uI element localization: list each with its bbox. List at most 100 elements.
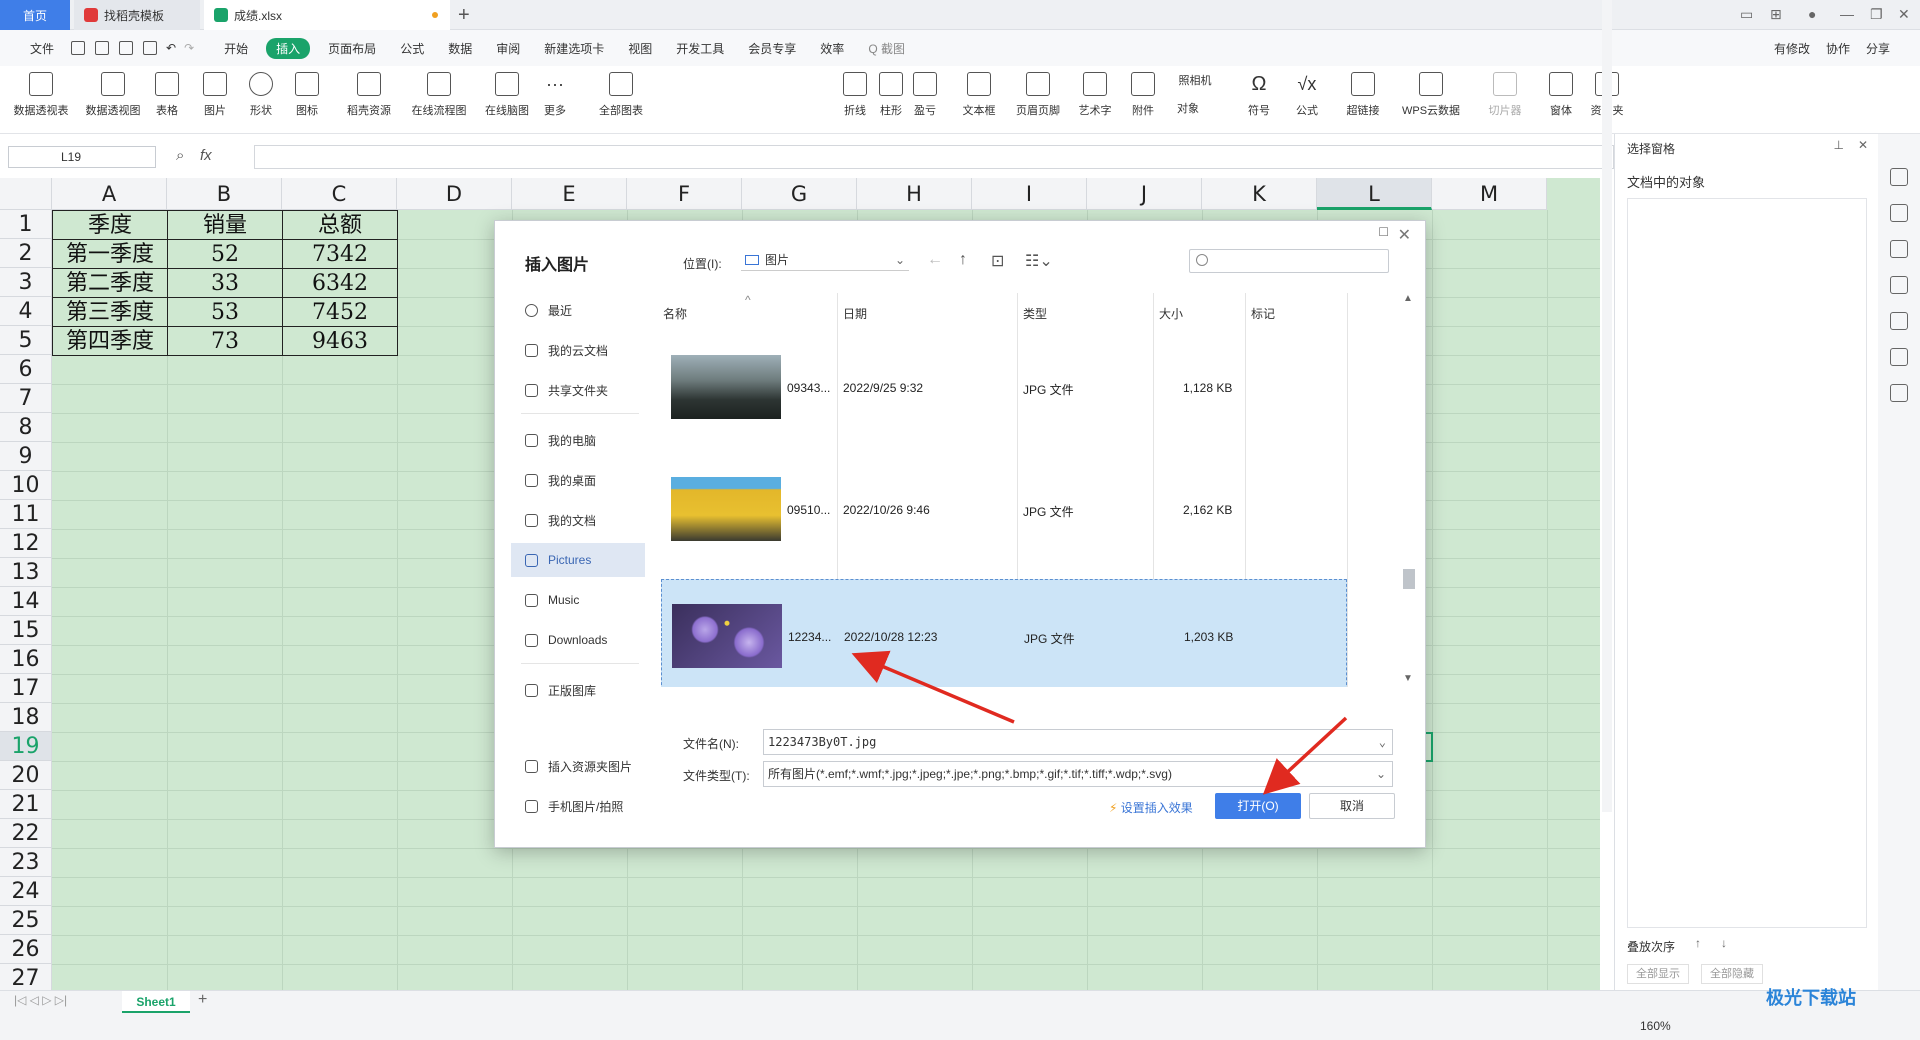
row-header[interactable]: 22 <box>0 819 52 848</box>
column-header[interactable]: H <box>857 178 972 210</box>
icons-button[interactable]: 图标 <box>274 72 340 118</box>
row-header[interactable]: 5 <box>0 326 52 355</box>
add-sheet-button[interactable]: + <box>198 991 207 1009</box>
tab-workbook[interactable]: 成绩.xlsx <box>204 0 450 30</box>
menu-tab[interactable]: 新建选项卡 <box>532 40 616 57</box>
column-date[interactable]: 日期 <box>843 305 867 322</box>
sidebar-item-resource-folder[interactable]: 插入资源夹图片 <box>511 749 645 783</box>
column-header[interactable]: B <box>167 178 282 210</box>
flowchart-button[interactable]: 在线流程图 <box>406 72 472 118</box>
menu-tab[interactable]: 审阅 <box>484 40 532 57</box>
cancel-button[interactable]: 取消 <box>1309 793 1395 819</box>
sidebar-item-computer[interactable]: 我的电脑 <box>511 423 645 457</box>
table-cell[interactable]: 6342 <box>282 268 398 298</box>
row-header[interactable]: 24 <box>0 877 52 906</box>
grid-scrollbar[interactable] <box>1602 0 1612 812</box>
table-cell[interactable]: 7452 <box>282 297 398 327</box>
row-header[interactable]: 20 <box>0 761 52 790</box>
back-icon[interactable]: ← <box>927 251 943 269</box>
image-tool-icon[interactable] <box>1890 312 1908 330</box>
select-cursor-icon[interactable] <box>1890 204 1908 222</box>
crop-icon[interactable] <box>1890 276 1908 294</box>
file-row[interactable]: 09510... 2022/10/26 9:46 JPG 文件 2,162 KB <box>661 455 1347 571</box>
sheet-nav-icon[interactable]: |◁ ◁ ▷ ▷| <box>14 993 67 1007</box>
column-header[interactable]: I <box>972 178 1087 210</box>
file-list-scrollbar[interactable]: ▲ ▼ <box>1401 293 1415 687</box>
hide-all-button[interactable]: 全部隐藏 <box>1701 964 1763 984</box>
maximize-icon[interactable]: ☐ <box>1378 225 1389 239</box>
pin-tool-icon[interactable] <box>1890 168 1908 186</box>
name-box[interactable]: L19 <box>8 146 156 168</box>
row-header[interactable]: 23 <box>0 848 52 877</box>
restore-icon[interactable]: ❐ <box>1870 6 1883 23</box>
wps-cloud-data-button[interactable]: WPS云数据 <box>1394 72 1468 118</box>
table-cell[interactable]: 52 <box>167 239 283 269</box>
hyperlink-button[interactable]: 超链接 <box>1330 72 1396 118</box>
print-icon[interactable] <box>119 41 134 55</box>
sidebar-item-desktop[interactable]: 我的桌面 <box>511 463 645 497</box>
menu-tab[interactable]: 开始 <box>212 40 260 57</box>
table-cell[interactable]: 7342 <box>282 239 398 269</box>
scroll-up-icon[interactable]: ▲ <box>1403 293 1413 304</box>
zoom-level[interactable]: 160% <box>1640 1019 1671 1033</box>
sidebar-item-cloud[interactable]: 我的云文档 <box>511 333 645 367</box>
all-charts-button[interactable]: 全部图表 <box>588 72 654 118</box>
file-row-selected[interactable]: 12234... 2022/10/28 12:23 JPG 文件 1,203 K… <box>661 579 1347 687</box>
up-folder-icon[interactable]: ↑ <box>959 251 967 269</box>
column-header[interactable]: J <box>1087 178 1202 210</box>
row-header[interactable]: 10 <box>0 471 52 500</box>
row-header[interactable]: 15 <box>0 616 52 645</box>
column-header[interactable]: L <box>1317 178 1432 210</box>
move-up-icon[interactable]: ↑ <box>1695 936 1701 950</box>
column-header[interactable]: K <box>1202 178 1317 210</box>
table-cell[interactable]: 第二季度 <box>52 268 168 298</box>
more-button[interactable]: ··· 更多 <box>522 72 588 118</box>
column-type[interactable]: 类型 <box>1023 305 1047 322</box>
sidebar-item-phone[interactable]: 手机图片/拍照 <box>511 789 645 823</box>
chevron-down-icon[interactable]: ⌄ <box>1376 762 1386 786</box>
new-folder-icon[interactable]: ⊡ <box>991 251 1004 271</box>
row-header[interactable]: 27 <box>0 964 52 990</box>
menu-tab[interactable]: 视图 <box>616 40 664 57</box>
changes-button[interactable]: 有修改 <box>1774 40 1810 57</box>
sidebar-item-gallery[interactable]: 正版图库 <box>511 673 645 707</box>
column-header[interactable]: C <box>282 178 397 210</box>
chevron-down-icon[interactable]: ⌄ <box>1379 730 1386 754</box>
row-header[interactable]: 21 <box>0 790 52 819</box>
row-header[interactable]: 13 <box>0 558 52 587</box>
pin-icon[interactable]: ⊥ <box>1834 138 1844 152</box>
table-cell[interactable]: 销量 <box>167 210 283 240</box>
formula-input[interactable] <box>254 145 1614 169</box>
row-header[interactable]: 19 <box>0 732 52 761</box>
location-select[interactable]: 图片 ⌄ <box>741 249 909 271</box>
column-tag[interactable]: 标记 <box>1251 305 1275 322</box>
row-header[interactable]: 17 <box>0 674 52 703</box>
table-cell[interactable]: 总额 <box>282 210 398 240</box>
object-button[interactable]: 对象 <box>1160 100 1216 116</box>
sidebar-item-documents[interactable]: 我的文档 <box>511 503 645 537</box>
table-cell[interactable]: 33 <box>167 268 283 298</box>
row-header[interactable]: 4 <box>0 297 52 326</box>
menu-tab[interactable]: 公式 <box>388 40 436 57</box>
row-header[interactable]: 2 <box>0 239 52 268</box>
preview-icon[interactable] <box>143 41 158 55</box>
column-size[interactable]: 大小 <box>1159 305 1183 322</box>
table-cell[interactable]: 季度 <box>52 210 168 240</box>
minimize-icon[interactable]: — <box>1840 6 1854 22</box>
column-header[interactable]: G <box>742 178 857 210</box>
view-mode-icon[interactable]: ☷⌄ <box>1025 251 1053 271</box>
menu-tab[interactable]: 页面布局 <box>316 40 388 57</box>
row-header[interactable]: 12 <box>0 529 52 558</box>
row-header[interactable]: 6 <box>0 355 52 384</box>
scroll-down-icon[interactable]: ▼ <box>1403 673 1413 684</box>
column-header[interactable]: F <box>627 178 742 210</box>
sidebar-item-pictures[interactable]: Pictures <box>511 543 645 577</box>
sidebar-item-music[interactable]: Music <box>511 583 645 617</box>
zoom-formula-icon[interactable]: ⌕ <box>176 147 184 164</box>
column-name[interactable]: 名称 <box>663 305 687 322</box>
row-header[interactable]: 18 <box>0 703 52 732</box>
undo-icon[interactable]: ↶ <box>162 41 180 55</box>
row-header[interactable]: 25 <box>0 906 52 935</box>
textbox-button[interactable]: 文本框 <box>946 72 1012 118</box>
apps-icon[interactable]: ⊞ <box>1770 6 1782 23</box>
